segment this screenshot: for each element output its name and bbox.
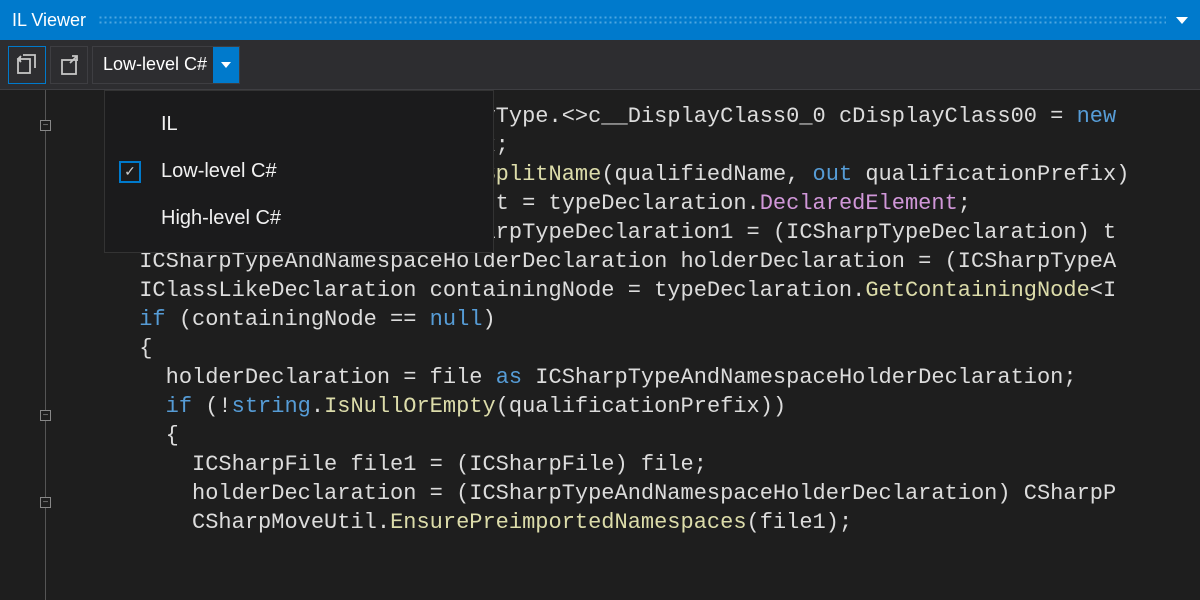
check-icon: ✓ xyxy=(119,161,141,183)
toolbar: Low-level C# xyxy=(0,40,1200,90)
fold-toggle-icon[interactable]: − xyxy=(40,120,51,131)
titlebar-grip[interactable] xyxy=(98,15,1166,25)
sync-with-editor-button[interactable] xyxy=(8,46,46,84)
dropdown-option-high-level[interactable]: High-level C# xyxy=(105,195,493,242)
view-mode-dropdown-menu: IL ✓ Low-level C# High-level C# xyxy=(104,90,494,253)
gutter: − − − xyxy=(0,90,60,600)
fold-toggle-icon[interactable]: − xyxy=(40,410,51,421)
dropdown-option-il[interactable]: IL xyxy=(105,101,493,148)
dropdown-option-label: High-level C# xyxy=(161,207,281,230)
titlebar: IL Viewer xyxy=(0,0,1200,40)
dropdown-option-label: IL xyxy=(161,113,178,136)
fold-toggle-icon[interactable]: − xyxy=(40,497,51,508)
window-title: IL Viewer xyxy=(12,10,86,31)
dropdown-caret-icon[interactable] xyxy=(213,47,239,83)
fold-guide-line xyxy=(45,90,46,600)
view-mode-dropdown[interactable]: Low-level C# xyxy=(92,46,240,84)
dropdown-selected-label: Low-level C# xyxy=(103,54,213,75)
dropdown-option-label: Low-level C# xyxy=(161,160,277,183)
window-menu-arrow-icon[interactable] xyxy=(1176,17,1188,24)
dropdown-option-low-level[interactable]: ✓ Low-level C# xyxy=(105,148,493,195)
refresh-button[interactable] xyxy=(50,46,88,84)
